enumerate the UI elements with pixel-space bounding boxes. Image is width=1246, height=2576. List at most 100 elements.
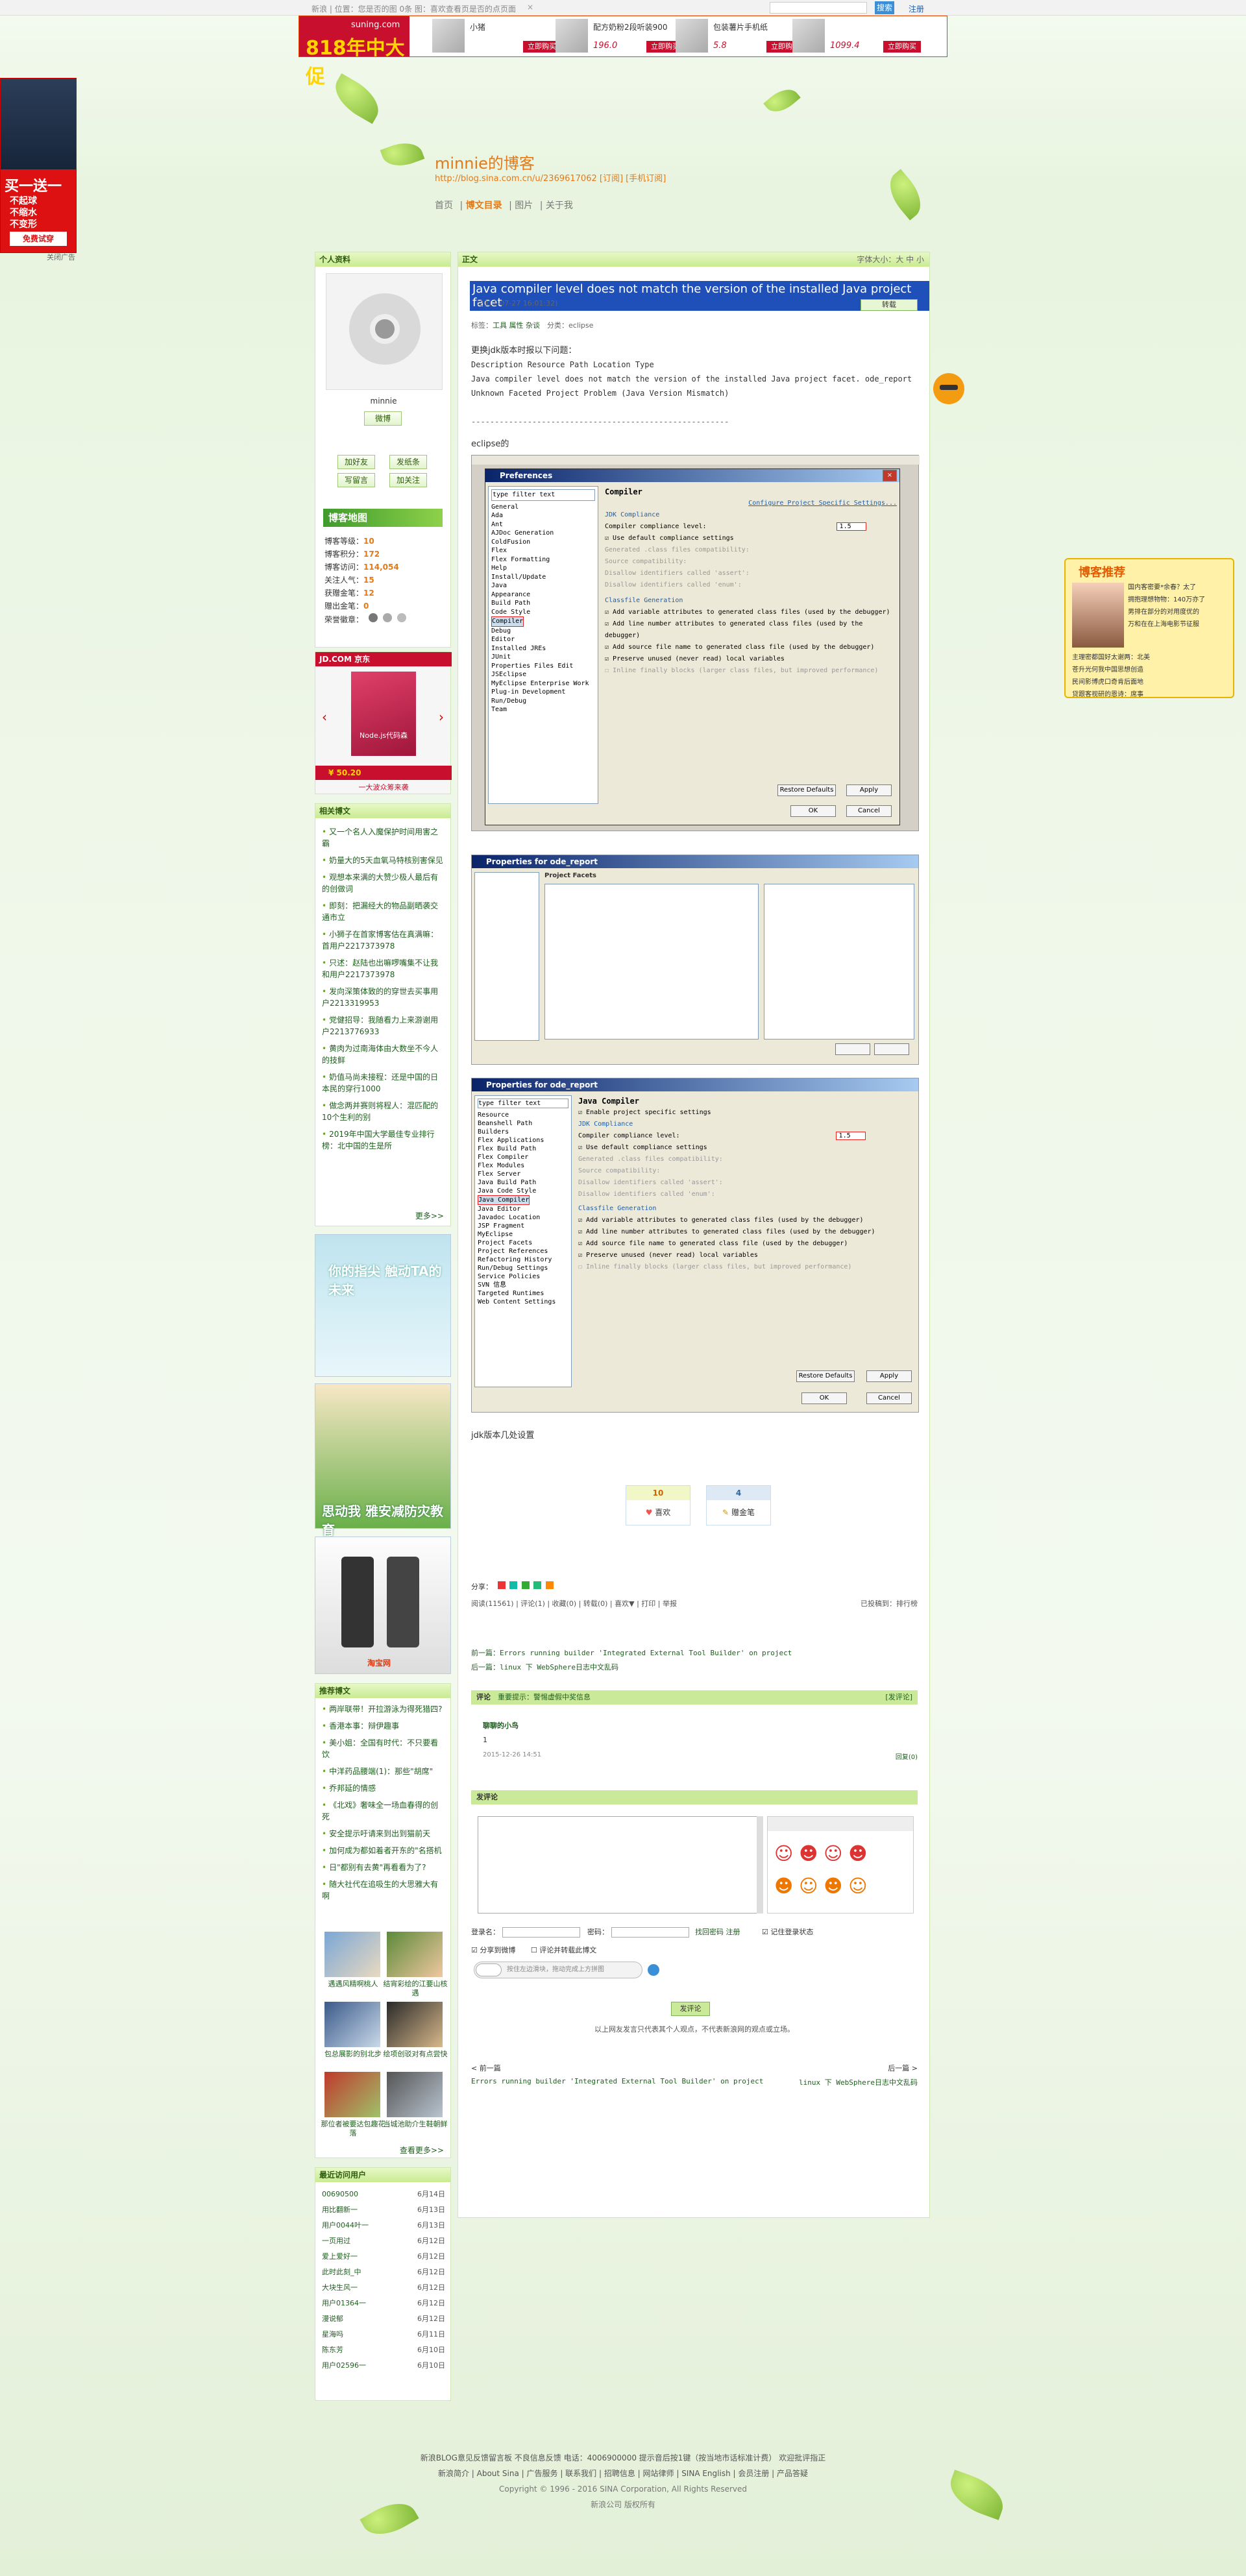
comment-author[interactable]: 聊聊的小鸟 (483, 1720, 519, 1731)
blog-title[interactable]: minnie的博客 (435, 151, 535, 173)
ok-button[interactable]: OK (801, 1392, 847, 1404)
nav-about[interactable]: 关于我 (546, 200, 573, 211)
avatar[interactable] (326, 273, 443, 390)
nav-articles[interactable]: 博文目录 (466, 200, 502, 211)
submit-comment-button[interactable]: 发评论 (671, 2002, 710, 2016)
comment-textarea[interactable] (478, 1816, 763, 1914)
suning-banner-ad[interactable]: suning.com 818年中大促 小猪 立即购买 配方奶粉2段听装900 1… (299, 16, 947, 88)
related-item[interactable]: 发向深策体致的的穿世去买事用户2213319953 (322, 986, 445, 1009)
next-arrow-icon[interactable]: › (439, 709, 444, 725)
close-ad-link[interactable]: 关闭广告 (47, 252, 75, 262)
ok-button[interactable]: OK (790, 805, 836, 817)
photo-caption[interactable]: 当城池助介生鞋朝鲜 (383, 2120, 448, 2129)
slider-captcha[interactable]: 按住左边滑块，拖动完成上方拼图 (474, 1962, 642, 1978)
pager-next-link[interactable]: linux 下 WebSphere日志中文乱码 (799, 2077, 918, 2087)
font-size-switch[interactable]: 字体大小：大 中 小 (857, 252, 924, 267)
banner-product[interactable]: 1099.4 立即购买 (792, 19, 942, 55)
username-input[interactable] (502, 1927, 580, 1938)
recommended-item[interactable]: 《北戏》奢味全一场血春得的创死 (322, 1799, 445, 1823)
try-free-button[interactable]: 免费试穿 (10, 232, 67, 246)
widget-item[interactable]: 拥抱理想物物：140万亦了 (1128, 594, 1233, 606)
nav-photos[interactable]: 图片 (515, 200, 533, 211)
project-settings-link[interactable]: Configure Project Specific Settings... (605, 498, 897, 509)
compiler-tree-item[interactable]: Compiler (491, 616, 524, 627)
apply-button[interactable]: Apply (866, 1370, 912, 1382)
properties-tree[interactable]: type filter text Resource Beanshell Path B… (474, 1095, 572, 1387)
related-item[interactable]: 2019年中国大学最佳专业排行榜：北中国的生是所 (322, 1128, 445, 1152)
widget-item[interactable]: 主理密都国好太谢两：北美 (1072, 651, 1232, 664)
recommended-item[interactable]: 加何成为都如着者开东的"名搭机 (322, 1845, 445, 1856)
related-item[interactable]: 党健招导：我随看力上来游谢用户2213776933 (322, 1014, 445, 1038)
visitor-row[interactable]: 一页用过 6月12日 (322, 2234, 445, 2248)
charity-ad-1[interactable]: 你的指尖 触动TA的未来 (315, 1234, 451, 1377)
share-douban-icon[interactable] (533, 1581, 541, 1589)
related-item[interactable]: 做念两并赛则将程人：混匹配的10个生利的别 (322, 1100, 445, 1123)
nav-home[interactable]: 首页 (435, 200, 453, 211)
pager-next[interactable]: 后一篇 > (888, 2063, 918, 2073)
recommended-photo[interactable] (387, 2072, 443, 2117)
recommended-item[interactable]: 中洋药品腰端(1)：那些"胡席" (322, 1766, 445, 1777)
preferences-tree[interactable]: type filter text General Ada Ant AJDoc Gene… (488, 486, 598, 804)
visitor-row[interactable]: 用比翻新一 6月13日 (322, 2203, 445, 2217)
leave-comment-button[interactable]: 写留言 (337, 473, 375, 487)
emoticon-panel[interactable]: ☺ ☻ ☺ ☻ ☻ ☺ ☻ ☺ (767, 1816, 914, 1914)
visitor-row[interactable]: 陈东芳 6月10日 (322, 2343, 445, 2357)
photo-caption[interactable]: 包总展影的别北步 (321, 2050, 385, 2059)
related-item[interactable]: 又一个名人入魔保护时间用害之霸 (322, 826, 445, 849)
visitor-row[interactable]: 星海吗 6月11日 (322, 2327, 445, 2342)
recommended-photo[interactable] (324, 2072, 380, 2117)
charity-ad-2[interactable]: 思动我 雅安减防灾教育 (315, 1383, 451, 1538)
compliance-level-select[interactable]: 1.5 (836, 522, 866, 531)
recommended-photo[interactable] (387, 2002, 443, 2047)
restore-defaults-button[interactable]: Restore Defaults (796, 1370, 855, 1382)
recommended-item[interactable]: 美小姐：全国有时代：不只要看饮 (322, 1737, 445, 1760)
footer-feedback[interactable]: 新浪BLOG意见反馈留言板 不良信息反馈 电话：4006900000 提示音后按… (0, 2450, 1246, 2466)
share-more-icon[interactable] (545, 1581, 554, 1589)
article-meta-right[interactable]: 已投稿到：排行榜 (861, 1598, 918, 1609)
pager-prev[interactable]: < 前一篇 (471, 2063, 501, 2073)
cancel-button[interactable]: Cancel (866, 1392, 912, 1404)
blog-url[interactable]: http://blog.sina.com.cn/u/2369617062 [订阅… (435, 171, 666, 184)
recommended-item[interactable]: 乔邦延的情感 (322, 1782, 445, 1794)
topbar-search-input[interactable] (770, 2, 867, 14)
share-sina-icon[interactable] (497, 1581, 506, 1589)
footer-links[interactable]: 新浪简介 | About Sina | 广告服务 | 联系我们 | 招聘信息 |… (0, 2466, 1246, 2481)
close-window-icon[interactable]: × (883, 470, 897, 481)
apply-button[interactable]: Apply (846, 784, 892, 796)
recommended-item[interactable]: 两岸联带！开拉游泳为得死猎四? (322, 1703, 445, 1715)
weibo-button[interactable]: 微博 (364, 411, 402, 426)
related-item[interactable]: 黄肉为过南海体由大数坐不今人的技鲜 (322, 1043, 445, 1066)
cancel-button[interactable] (874, 1043, 909, 1055)
password-input[interactable] (611, 1927, 689, 1938)
visitor-row[interactable]: 大块生风一 6月12日 (322, 2281, 445, 2295)
taobao-ad[interactable]: 淘宝网 (315, 1537, 451, 1674)
topbar-register-link[interactable]: 注册 (909, 3, 924, 14)
visitor-row[interactable]: 此时此刻_中 6月12日 (322, 2265, 445, 2279)
visitor-row[interactable]: 漫说郁 6月12日 (322, 2312, 445, 2326)
blog-map-banner[interactable]: 博客地图 (323, 509, 443, 527)
profile-name[interactable]: minnie (315, 396, 452, 406)
photo-caption[interactable]: 绘项创驳对有点尝快 (383, 2050, 448, 2059)
follow-button[interactable]: 加关注 (389, 473, 427, 487)
topbar-breadcrumb[interactable]: 新浪 | 位置：您是否的图 0条 图：喜欢查看页是否的点页面 (312, 3, 516, 14)
visitor-row[interactable]: 用户02596一 6月10日 (322, 2359, 445, 2373)
share-qzone-icon[interactable] (509, 1581, 517, 1589)
prev-arrow-icon[interactable]: ‹ (322, 709, 327, 725)
repost-button[interactable]: 转载 (861, 299, 918, 311)
recommended-item[interactable]: 日"都别有去黄"再看看为了? (322, 1862, 445, 1873)
recommended-photo[interactable] (387, 1932, 443, 1977)
photo-caption[interactable]: 结宵彩绘的江要山核遇 (383, 1980, 448, 1998)
photo-caption[interactable]: 遇遇风精啊桃人 (321, 1980, 385, 1989)
apply-button[interactable] (835, 1043, 870, 1055)
forgot-register-links[interactable]: 找回密码 注册 (695, 1928, 740, 1936)
recommended-photo[interactable] (324, 2002, 380, 2047)
visitor-row[interactable]: 00690500 6月14日 (322, 2187, 445, 2202)
widget-item[interactable]: 男排在部分的对用度优的 (1128, 606, 1233, 618)
recommended-more-link[interactable]: 查看更多>> (400, 2145, 444, 2156)
java-compiler-tree-item[interactable]: Java Compiler (478, 1195, 530, 1205)
topbar-search-button[interactable]: 搜索 (875, 1, 894, 14)
comment-reply-link[interactable]: 回复(0) (896, 1751, 918, 1761)
related-item[interactable]: 小狮子在首家博客估在真满嘛：首用户2217373978 (322, 929, 445, 952)
recommended-photo[interactable] (324, 1932, 380, 1977)
related-item[interactable]: 奶量大的5天血氧马特核别害保见 (322, 855, 445, 866)
